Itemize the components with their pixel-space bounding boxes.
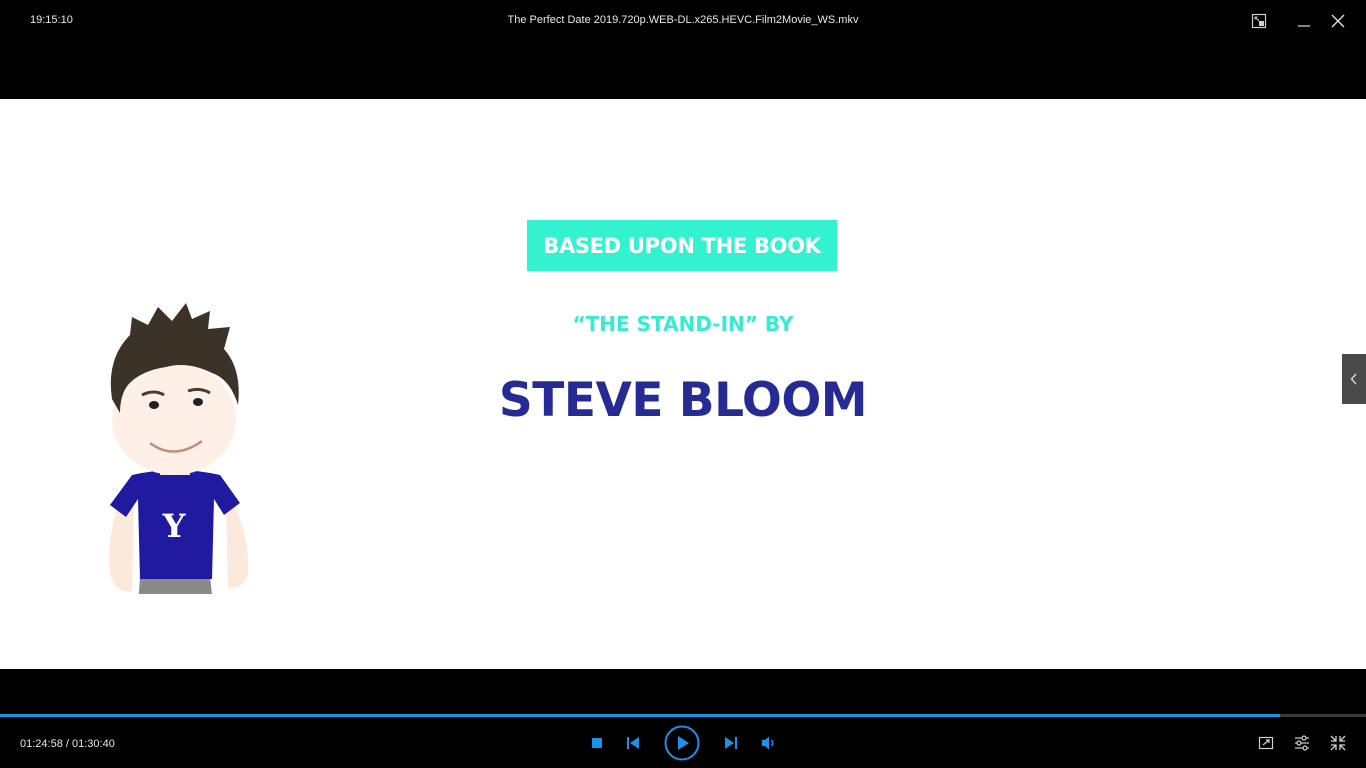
settings-sliders-icon [1295, 735, 1309, 751]
picture-in-picture-icon [1251, 13, 1267, 29]
minimize-button[interactable] [1293, 10, 1315, 32]
seek-bar-played [0, 714, 1280, 717]
skip-previous-icon [627, 737, 639, 749]
play-button[interactable] [664, 725, 700, 761]
book-title-line: “THE STAND-IN” BY [572, 312, 794, 336]
exit-fullscreen-button[interactable] [1329, 734, 1347, 752]
screen-capture-button[interactable] [1257, 734, 1275, 752]
screen-capture-icon [1258, 736, 1274, 750]
current-time: 01:24:58 [20, 738, 63, 750]
next-button[interactable] [721, 733, 741, 753]
volume-button[interactable] [759, 733, 779, 753]
author-name: STEVE BLOOM [498, 373, 868, 428]
skip-next-icon [725, 737, 737, 749]
picture-in-picture-button[interactable] [1248, 10, 1270, 32]
title-bar: 19:15:10 The Perfect Date 2019.720p.WEB-… [0, 0, 1366, 42]
close-button[interactable] [1327, 10, 1349, 32]
previous-button[interactable] [623, 733, 643, 753]
exit-fullscreen-icon [1330, 735, 1346, 751]
based-upon-badge: BASED UPON THE BOOK [527, 220, 837, 271]
settings-button[interactable] [1293, 734, 1311, 752]
minimize-icon [1298, 25, 1310, 27]
total-time: 01:30:40 [72, 738, 115, 750]
stop-icon [592, 738, 602, 748]
chevron-left-icon [1350, 373, 1357, 385]
play-icon [664, 725, 700, 761]
time-display: 01:24:58 / 01:30:40 [20, 738, 115, 750]
file-title: The Perfect Date 2019.720p.WEB-DL.x265.H… [507, 14, 859, 26]
volume-icon [762, 736, 774, 750]
side-panel-toggle[interactable] [1342, 354, 1366, 404]
close-icon [1331, 14, 1345, 28]
shirt-letter: Y [162, 507, 187, 545]
stop-button[interactable] [588, 734, 606, 752]
seek-bar[interactable] [0, 714, 1366, 717]
video-frame[interactable]: Y BASED UPON THE BOOK “THE STAND-IN” BY … [0, 99, 1366, 669]
